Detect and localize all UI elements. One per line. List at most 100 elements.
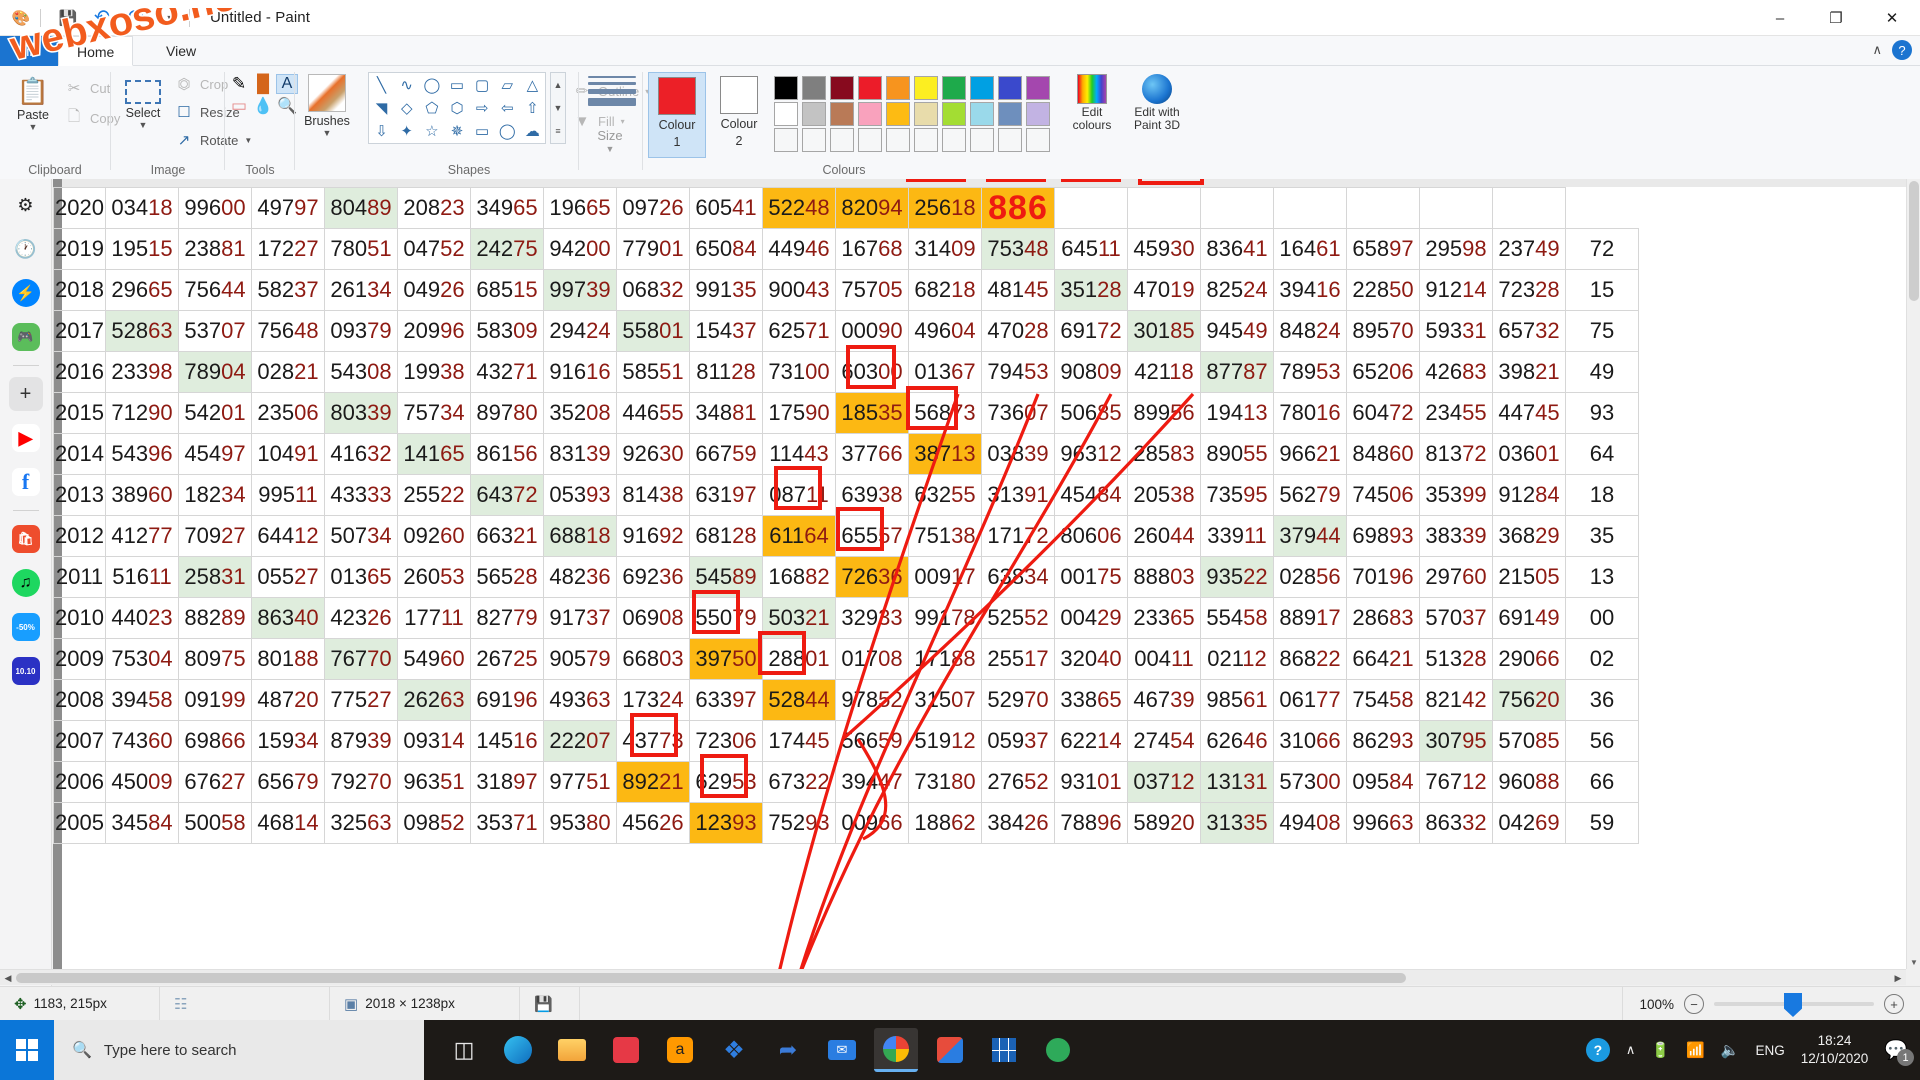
select-button[interactable]: Select ▼ [114, 72, 172, 130]
history-icon[interactable]: 🕐 [9, 232, 43, 266]
unikey-icon[interactable] [1036, 1028, 1080, 1072]
shape-item-9[interactable]: ⬠ [419, 96, 444, 119]
palette-swatch-r1c0[interactable] [774, 102, 798, 126]
size-caret-icon[interactable]: ▼ [580, 144, 640, 154]
wifi-icon[interactable]: 📶 [1686, 1041, 1705, 1059]
dropbox-icon[interactable]: ❖ [712, 1028, 756, 1072]
palette-swatch-r0c8[interactable] [998, 76, 1022, 100]
help-icon[interactable]: ? [1892, 40, 1912, 60]
colour-palette[interactable] [774, 76, 1052, 152]
edge-icon[interactable] [496, 1028, 540, 1072]
shape-item-20[interactable]: ☁ [520, 120, 545, 143]
shape-item-18[interactable]: ▭ [470, 120, 495, 143]
palette-swatch-r0c3[interactable] [858, 76, 882, 100]
size-button[interactable] [588, 76, 636, 110]
tab-home[interactable]: Home [58, 36, 134, 66]
browser-icon[interactable] [874, 1028, 918, 1072]
palette-swatch-r2c2[interactable] [830, 128, 854, 152]
cut-button[interactable]: ✂ Cut [64, 76, 111, 100]
shapes-gallery[interactable]: ╲ ∿ ◯ ▭ ▢ ▱ △ ◥ ◇ ⬠ ⬡ ⇨ ⇦ ⇧ ⇩ ✦ ☆ ✵ ▭ ◯ ☁ [368, 72, 546, 144]
volume-icon[interactable]: 🔈 [1721, 1041, 1740, 1059]
colour2-button[interactable]: Colour 2 [710, 72, 768, 158]
zoom-slider-thumb[interactable] [1784, 993, 1802, 1017]
palette-swatch-r1c8[interactable] [998, 102, 1022, 126]
paste-button[interactable]: 📋 Paste ▼ [4, 72, 62, 132]
palette-swatch-r2c0[interactable] [774, 128, 798, 152]
shape-item-2[interactable]: ◯ [419, 73, 444, 96]
palette-swatch-r2c7[interactable] [970, 128, 994, 152]
palette-swatch-r1c2[interactable] [830, 102, 854, 126]
store-icon[interactable] [604, 1028, 648, 1072]
shape-item-17[interactable]: ✵ [444, 120, 469, 143]
shape-item-11[interactable]: ⇨ [470, 96, 495, 119]
scroll-right-icon[interactable]: ▶ [1890, 970, 1906, 986]
mail-icon[interactable]: ✉ [820, 1028, 864, 1072]
palette-swatch-r2c1[interactable] [802, 128, 826, 152]
palette-swatch-r1c4[interactable] [886, 102, 910, 126]
shape-item-7[interactable]: ◥ [369, 96, 394, 119]
edit-colours-button[interactable]: Edit colours [1064, 70, 1120, 132]
task-view-icon[interactable]: ◫ [442, 1028, 486, 1072]
palette-swatch-r0c9[interactable] [1026, 76, 1050, 100]
colour1-button[interactable]: Colour 1 [648, 72, 706, 158]
chevron-up-icon[interactable]: ∧ [1626, 1042, 1636, 1058]
shape-item-14[interactable]: ⇩ [369, 120, 394, 143]
paint-app-icon[interactable]: 🎨 [8, 5, 34, 31]
edit-with-paint3d-button[interactable]: Edit with Paint 3D [1122, 70, 1192, 132]
tab-view[interactable]: View [148, 36, 214, 66]
language-indicator[interactable]: ENG [1755, 1043, 1784, 1058]
picker-icon[interactable]: 💧 [252, 96, 274, 116]
vertical-scroll-thumb[interactable] [1909, 181, 1919, 301]
palette-swatch-r0c7[interactable] [970, 76, 994, 100]
palette-swatch-r0c0[interactable] [774, 76, 798, 100]
palette-swatch-r2c5[interactable] [914, 128, 938, 152]
paint-icon[interactable] [928, 1028, 972, 1072]
gaming-icon[interactable]: 🎮 [9, 320, 43, 354]
shapes-scrollbar[interactable]: ▲ ▼ ≡ [550, 72, 566, 144]
close-button[interactable]: ✕ [1864, 0, 1920, 36]
facebook-icon[interactable]: f [9, 465, 43, 499]
help-tray-icon[interactable]: ? [1585, 1038, 1610, 1062]
calculator-icon[interactable] [982, 1028, 1026, 1072]
collapse-ribbon-icon[interactable]: ∧ [1872, 42, 1882, 58]
shape-item-4[interactable]: ▢ [470, 73, 495, 96]
palette-swatch-r1c9[interactable] [1026, 102, 1050, 126]
pencil-icon[interactable]: ✎ [228, 74, 250, 94]
palette-swatch-r0c1[interactable] [802, 76, 826, 100]
maximize-button[interactable]: ❐ [1808, 0, 1864, 36]
crop-button[interactable]: ⏣ Crop [174, 72, 228, 96]
shape-item-6[interactable]: △ [520, 73, 545, 96]
customize-quick-access-icon[interactable]: ▼ [157, 5, 183, 31]
file-explorer-icon[interactable] [550, 1028, 594, 1072]
shopee-icon[interactable]: 🛍 [9, 522, 43, 556]
battery-icon[interactable]: 🔋 [1651, 1041, 1670, 1059]
youtube-icon[interactable]: ▶ [9, 421, 43, 455]
zoom-slider[interactable] [1714, 993, 1874, 1017]
shape-item-16[interactable]: ☆ [419, 120, 444, 143]
shape-item-10[interactable]: ⬡ [444, 96, 469, 119]
palette-swatch-r1c6[interactable] [942, 102, 966, 126]
redo-icon[interactable]: ↷ [123, 5, 149, 31]
shape-item-1[interactable]: ∿ [394, 73, 419, 96]
shape-item-5[interactable]: ▱ [495, 73, 520, 96]
palette-swatch-r1c7[interactable] [970, 102, 994, 126]
vertical-scrollbar[interactable]: ▲ ▼ [1906, 179, 1920, 969]
palette-swatch-r2c9[interactable] [1026, 128, 1050, 152]
palette-swatch-r0c6[interactable] [942, 76, 966, 100]
palette-swatch-r1c3[interactable] [858, 102, 882, 126]
brushes-caret-icon[interactable]: ▼ [323, 128, 332, 138]
brushes-button[interactable]: Brushes ▼ [296, 70, 358, 138]
notifications-button[interactable]: 💬 1 [1884, 1038, 1914, 1066]
palette-swatch-r0c4[interactable] [886, 76, 910, 100]
select-caret-icon[interactable]: ▼ [139, 120, 148, 130]
shapes-scroll-down-icon[interactable]: ▼ [554, 103, 563, 113]
spotify-icon[interactable]: ♫ [9, 566, 43, 600]
zalo-icon[interactable]: ➦ [766, 1028, 810, 1072]
undo-icon[interactable]: ↶ [89, 5, 115, 31]
palette-swatch-r0c5[interactable] [914, 76, 938, 100]
search-input[interactable]: 🔍 Type here to search [54, 1020, 424, 1080]
shape-item-0[interactable]: ╲ [369, 73, 394, 96]
palette-swatch-r2c3[interactable] [858, 128, 882, 152]
tab-file[interactable]: File [0, 36, 58, 66]
start-button[interactable] [0, 1020, 54, 1080]
